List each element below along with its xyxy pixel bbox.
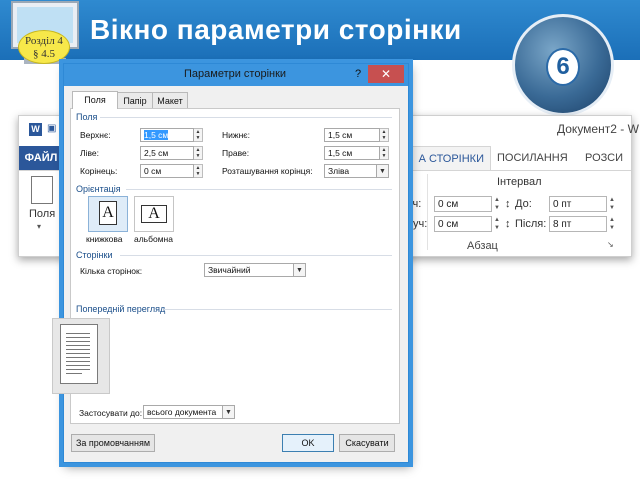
- landscape-orientation-button[interactable]: A: [134, 196, 174, 232]
- close-button[interactable]: ✕: [368, 65, 404, 83]
- gutter-position-label: Розташування корінця:: [222, 166, 313, 176]
- portrait-page-icon: A: [99, 201, 117, 225]
- right-margin-label: Праве:: [222, 148, 250, 158]
- preview-text-line: [66, 333, 90, 334]
- landscape-label: альбомна: [134, 234, 173, 244]
- preview-text-line: [66, 349, 90, 350]
- section-badge: Розділ 4 § 4.5: [18, 30, 70, 64]
- preview-text-line: [66, 345, 90, 346]
- spacing-before-spinner[interactable]: ▲ ▼: [608, 196, 616, 212]
- margins-button-label: Поля: [29, 208, 56, 220]
- pages-section-title: Сторінки: [76, 250, 113, 260]
- grade-number: 6: [546, 48, 580, 86]
- indent-right-spinner[interactable]: ▲ ▼: [493, 216, 501, 232]
- landscape-page-icon: A: [141, 205, 167, 223]
- margins-section-title: Поля: [76, 112, 98, 122]
- apply-to-select[interactable]: всього документа: [143, 405, 223, 419]
- chevron-down-icon: ▾: [37, 222, 42, 231]
- top-margin-spinner[interactable]: ▲ ▼: [194, 128, 203, 142]
- bottom-margin-input[interactable]: 1,5 см: [324, 128, 380, 142]
- preview-text-line: [66, 357, 90, 358]
- gutter-input[interactable]: 0 см: [140, 164, 194, 178]
- right-margin-input[interactable]: 1,5 см: [324, 146, 380, 160]
- badge-paragraph-text: § 4.5: [33, 48, 55, 60]
- group-divider: [427, 174, 428, 250]
- preview-page-icon: [60, 324, 98, 384]
- chevron-down-icon[interactable]: ▼: [377, 164, 389, 178]
- top-margin-label: Верхнє:: [80, 130, 111, 140]
- spacing-group-title: Інтервал: [497, 176, 542, 188]
- spacing-before-input[interactable]: 0 пт: [549, 196, 607, 212]
- set-as-default-button[interactable]: За промовчанням: [71, 434, 155, 452]
- preview-text-line: [66, 353, 90, 354]
- indent-left-input[interactable]: 0 см: [434, 196, 492, 212]
- spacing-after-label: Після:: [515, 218, 547, 230]
- preview-text-line: [66, 341, 90, 342]
- preview-section-title: Попередній перегляд: [76, 304, 166, 314]
- indent-right-label: руч:: [407, 218, 428, 230]
- portrait-label: книжкова: [86, 234, 123, 244]
- preview-text-line: [66, 337, 90, 338]
- tab-page-layout[interactable]: А СТОРІНКИ: [407, 146, 491, 170]
- dialog-launcher-icon[interactable]: ↘: [607, 240, 614, 249]
- tab-layout[interactable]: Макет: [152, 92, 188, 109]
- spacing-before-icon: ↕: [505, 198, 511, 210]
- left-margin-spinner[interactable]: ▲ ▼: [194, 146, 203, 160]
- page-setup-dialog: Параметри сторінки ? ✕ Папір Макет Поля …: [63, 63, 409, 463]
- right-margin-spinner[interactable]: ▲ ▼: [380, 146, 389, 160]
- section-divider: [100, 117, 392, 118]
- spacing-after-spinner[interactable]: ▲ ▼: [608, 216, 616, 232]
- document-title: Документ2 - W: [557, 122, 639, 136]
- tab-margins[interactable]: Поля: [72, 91, 118, 109]
- indent-left-label: уч:: [407, 198, 422, 210]
- margins-icon: [31, 176, 53, 204]
- preview-text-line: [66, 369, 90, 370]
- badge-section-text: Розділ 4: [25, 35, 63, 47]
- preview-text-line: [66, 365, 90, 366]
- gutter-spinner[interactable]: ▲ ▼: [194, 164, 203, 178]
- orientation-section-title: Орієнтація: [76, 184, 121, 194]
- section-divider: [164, 309, 392, 310]
- chevron-down-icon[interactable]: ▼: [223, 405, 235, 419]
- left-margin-label: Ліве:: [80, 148, 99, 158]
- spacing-after-icon: ↕: [505, 218, 511, 230]
- multiple-pages-label: Кілька сторінок:: [80, 266, 143, 276]
- bottom-margin-label: Нижнє:: [222, 130, 250, 140]
- portrait-orientation-button[interactable]: A: [88, 196, 128, 232]
- indent-right-input[interactable]: 0 см: [434, 216, 492, 232]
- spacing-after-input[interactable]: 8 пт: [549, 216, 607, 232]
- dialog-title: Параметри сторінки: [184, 68, 287, 80]
- section-divider: [120, 255, 392, 256]
- ok-button[interactable]: OK: [282, 434, 334, 452]
- tab-mailings[interactable]: РОЗСИ: [585, 146, 623, 170]
- multiple-pages-select[interactable]: Звичайний: [204, 263, 294, 277]
- help-button[interactable]: ?: [350, 66, 366, 82]
- preview-text-line: [66, 361, 90, 362]
- word-app-icon: W: [29, 123, 42, 136]
- gutter-label: Корінець:: [80, 166, 118, 176]
- top-margin-value: 1,5 см: [144, 130, 169, 140]
- tab-paper[interactable]: Папір: [116, 92, 154, 109]
- bottom-margin-spinner[interactable]: ▲ ▼: [380, 128, 389, 142]
- gutter-position-select[interactable]: Зліва: [324, 164, 377, 178]
- indent-left-spinner[interactable]: ▲ ▼: [493, 196, 501, 212]
- apply-to-label: Застосувати до:: [79, 408, 143, 418]
- left-margin-input[interactable]: 2,5 см: [140, 146, 194, 160]
- cancel-button[interactable]: Скасувати: [339, 434, 395, 452]
- paragraph-group-label: Абзац: [467, 240, 498, 252]
- slide-title: Вікно параметри сторінки: [90, 14, 462, 45]
- tab-references[interactable]: ПОСИЛАННЯ: [497, 146, 568, 170]
- spacing-before-label: До:: [515, 198, 532, 210]
- preview-text-line: [66, 373, 82, 374]
- tab-file[interactable]: ФАЙЛ: [19, 146, 63, 170]
- chevron-down-icon[interactable]: ▼: [294, 263, 306, 277]
- section-divider: [126, 189, 392, 190]
- top-margin-input[interactable]: 1,5 см: [140, 128, 194, 142]
